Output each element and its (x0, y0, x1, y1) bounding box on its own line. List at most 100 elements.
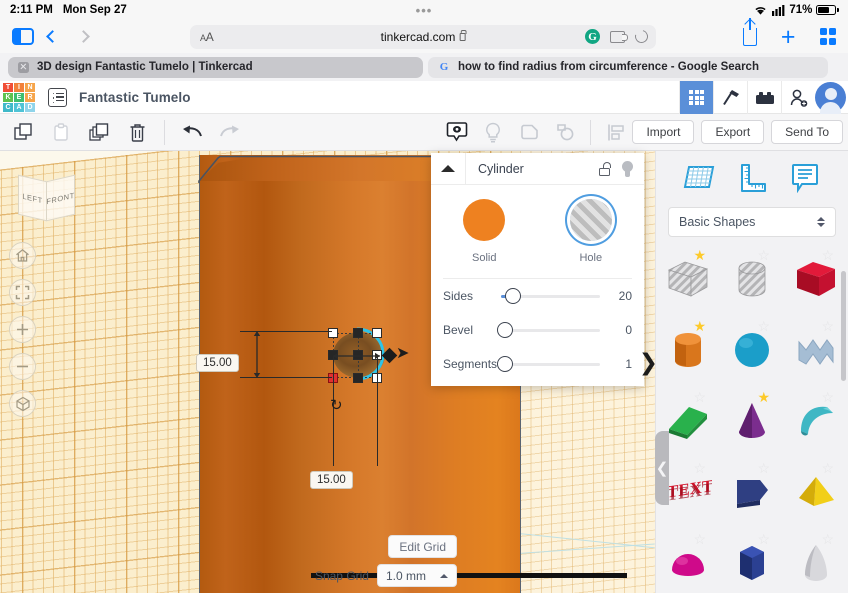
chevron-left-icon[interactable] (46, 30, 59, 43)
resize-handle[interactable] (372, 328, 382, 338)
grammarly-icon[interactable]: G (585, 29, 600, 44)
delete-button[interactable] (120, 117, 154, 147)
solid-option[interactable]: Solid (431, 199, 538, 264)
export-button[interactable]: Export (701, 120, 765, 144)
rotate-handle-bottom[interactable]: ↻ (330, 396, 343, 414)
bevel-value[interactable]: 0 (602, 323, 632, 337)
star-icon[interactable]: ★ (693, 319, 706, 333)
sides-value[interactable]: 20 (602, 289, 632, 303)
shape-half-sphere[interactable]: ☆ (656, 527, 720, 593)
sides-slider[interactable] (501, 288, 600, 304)
shape-pyramid[interactable]: ☆ (784, 456, 848, 527)
shape-paraboloid[interactable]: ☆ (784, 527, 848, 593)
star-icon[interactable]: ★ (757, 390, 770, 404)
shape-scribble[interactable]: ☆ (784, 314, 848, 385)
home-view-button[interactable] (9, 242, 36, 269)
star-icon[interactable]: ★ (693, 248, 706, 262)
dimension-label[interactable]: 15.00 (310, 471, 353, 489)
workplane-button[interactable] (440, 117, 474, 147)
triangle-up-icon[interactable] (431, 165, 465, 172)
shape-hex-prism[interactable]: ☆ (720, 527, 784, 593)
shape-polygon-arrow[interactable]: ☆ (720, 456, 784, 527)
send-to-button[interactable]: Send To (771, 120, 843, 144)
close-icon[interactable] (18, 61, 29, 73)
resize-handle[interactable] (328, 328, 338, 338)
shape-cone[interactable]: ★ (720, 385, 784, 456)
resize-handle[interactable] (353, 328, 363, 338)
share-icon[interactable] (742, 17, 757, 46)
snap-grid-select[interactable]: 1.0 mm (376, 564, 457, 587)
redo-button[interactable] (213, 117, 247, 147)
import-button[interactable]: Import (632, 120, 695, 144)
notes-tool[interactable] (786, 159, 824, 197)
codeblocks-button[interactable] (713, 81, 747, 114)
segments-slider[interactable] (497, 356, 600, 372)
view-cube-left[interactable]: LEFT (18, 174, 47, 222)
fit-view-button[interactable] (9, 279, 36, 306)
sidebar-icon[interactable] (12, 28, 34, 45)
ungroup-button[interactable] (548, 117, 582, 147)
shape-category-select[interactable]: Basic Shapes (668, 207, 836, 237)
tinkercad-logo[interactable]: T I N K E R C A D (3, 82, 35, 112)
address-bar[interactable]: AA tinkercad.com G (190, 24, 656, 49)
collapse-sidebar-button[interactable]: ❮ (655, 431, 669, 505)
shape-cylinder-hole[interactable]: ☆ (720, 243, 784, 314)
list-menu-icon[interactable] (48, 87, 67, 107)
group-button[interactable] (512, 117, 546, 147)
extension-icon[interactable] (610, 30, 628, 43)
plus-icon[interactable]: + (781, 24, 796, 49)
zoom-in-button[interactable] (9, 316, 36, 343)
segments-value[interactable]: 1 (602, 357, 632, 371)
shapes-scrollbar[interactable] (841, 271, 846, 381)
blocks-button[interactable] (747, 81, 781, 114)
star-icon[interactable]: ☆ (757, 461, 770, 475)
chevron-right-icon[interactable] (77, 30, 90, 43)
star-icon[interactable]: ☆ (821, 390, 834, 404)
solid-swatch[interactable] (463, 199, 506, 241)
copy-button[interactable] (6, 117, 40, 147)
star-icon[interactable]: ☆ (757, 319, 770, 333)
undo-button[interactable] (175, 117, 209, 147)
unlocked-padlock-icon[interactable] (599, 161, 611, 176)
edit-grid-button[interactable]: Edit Grid (388, 535, 457, 558)
ruler-tool[interactable] (733, 159, 771, 197)
align-button[interactable] (599, 117, 633, 147)
star-icon[interactable]: ☆ (693, 532, 706, 546)
lightbulb-icon[interactable] (621, 160, 634, 177)
shape-roof[interactable]: ☆ (784, 385, 848, 456)
hint-button[interactable] (476, 117, 510, 147)
star-icon[interactable]: ☆ (693, 461, 706, 475)
ortho-perspective-button[interactable] (9, 390, 36, 417)
star-icon[interactable]: ☆ (757, 248, 770, 262)
dimension-label[interactable]: 15.00 (196, 354, 239, 372)
star-icon[interactable]: ☆ (693, 390, 706, 404)
star-icon[interactable]: ☆ (821, 532, 834, 546)
shape-box-hole[interactable]: ★ (656, 243, 720, 314)
resize-handle[interactable] (353, 373, 363, 383)
duplicate-button[interactable] (82, 117, 116, 147)
star-icon[interactable]: ☆ (757, 532, 770, 546)
workplane-tool[interactable] (680, 159, 718, 197)
zoom-out-button[interactable] (9, 353, 36, 380)
hole-swatch[interactable] (569, 199, 612, 241)
browser-tab-active[interactable]: 3D design Fantastic Tumelo | Tinkercad (8, 56, 423, 78)
star-icon[interactable]: ☆ (821, 248, 834, 262)
designs-grid-button[interactable] (679, 81, 713, 114)
invite-button[interactable] (781, 81, 815, 114)
paste-button[interactable] (44, 117, 78, 147)
hole-option[interactable]: Hole (538, 199, 645, 264)
text-size-button[interactable]: AA (200, 30, 214, 44)
star-icon[interactable]: ☆ (821, 461, 834, 475)
rotate-handle[interactable]: ➤ (396, 343, 409, 363)
view-cube[interactable]: LEFT FRONT (18, 173, 75, 222)
avatar[interactable] (815, 82, 846, 115)
tabs-icon[interactable] (819, 28, 836, 45)
shape-cylinder[interactable]: ★ (656, 314, 720, 385)
reload-icon[interactable] (632, 27, 651, 46)
shape-box[interactable]: ☆ (784, 243, 848, 314)
star-icon[interactable]: ☆ (821, 319, 834, 333)
browser-tab-inactive[interactable]: G how to find radius from circumference … (428, 56, 828, 78)
shape-sphere[interactable]: ☆ (720, 314, 784, 385)
view-cube-front[interactable]: FRONT (46, 174, 75, 222)
bevel-slider[interactable] (497, 322, 600, 338)
